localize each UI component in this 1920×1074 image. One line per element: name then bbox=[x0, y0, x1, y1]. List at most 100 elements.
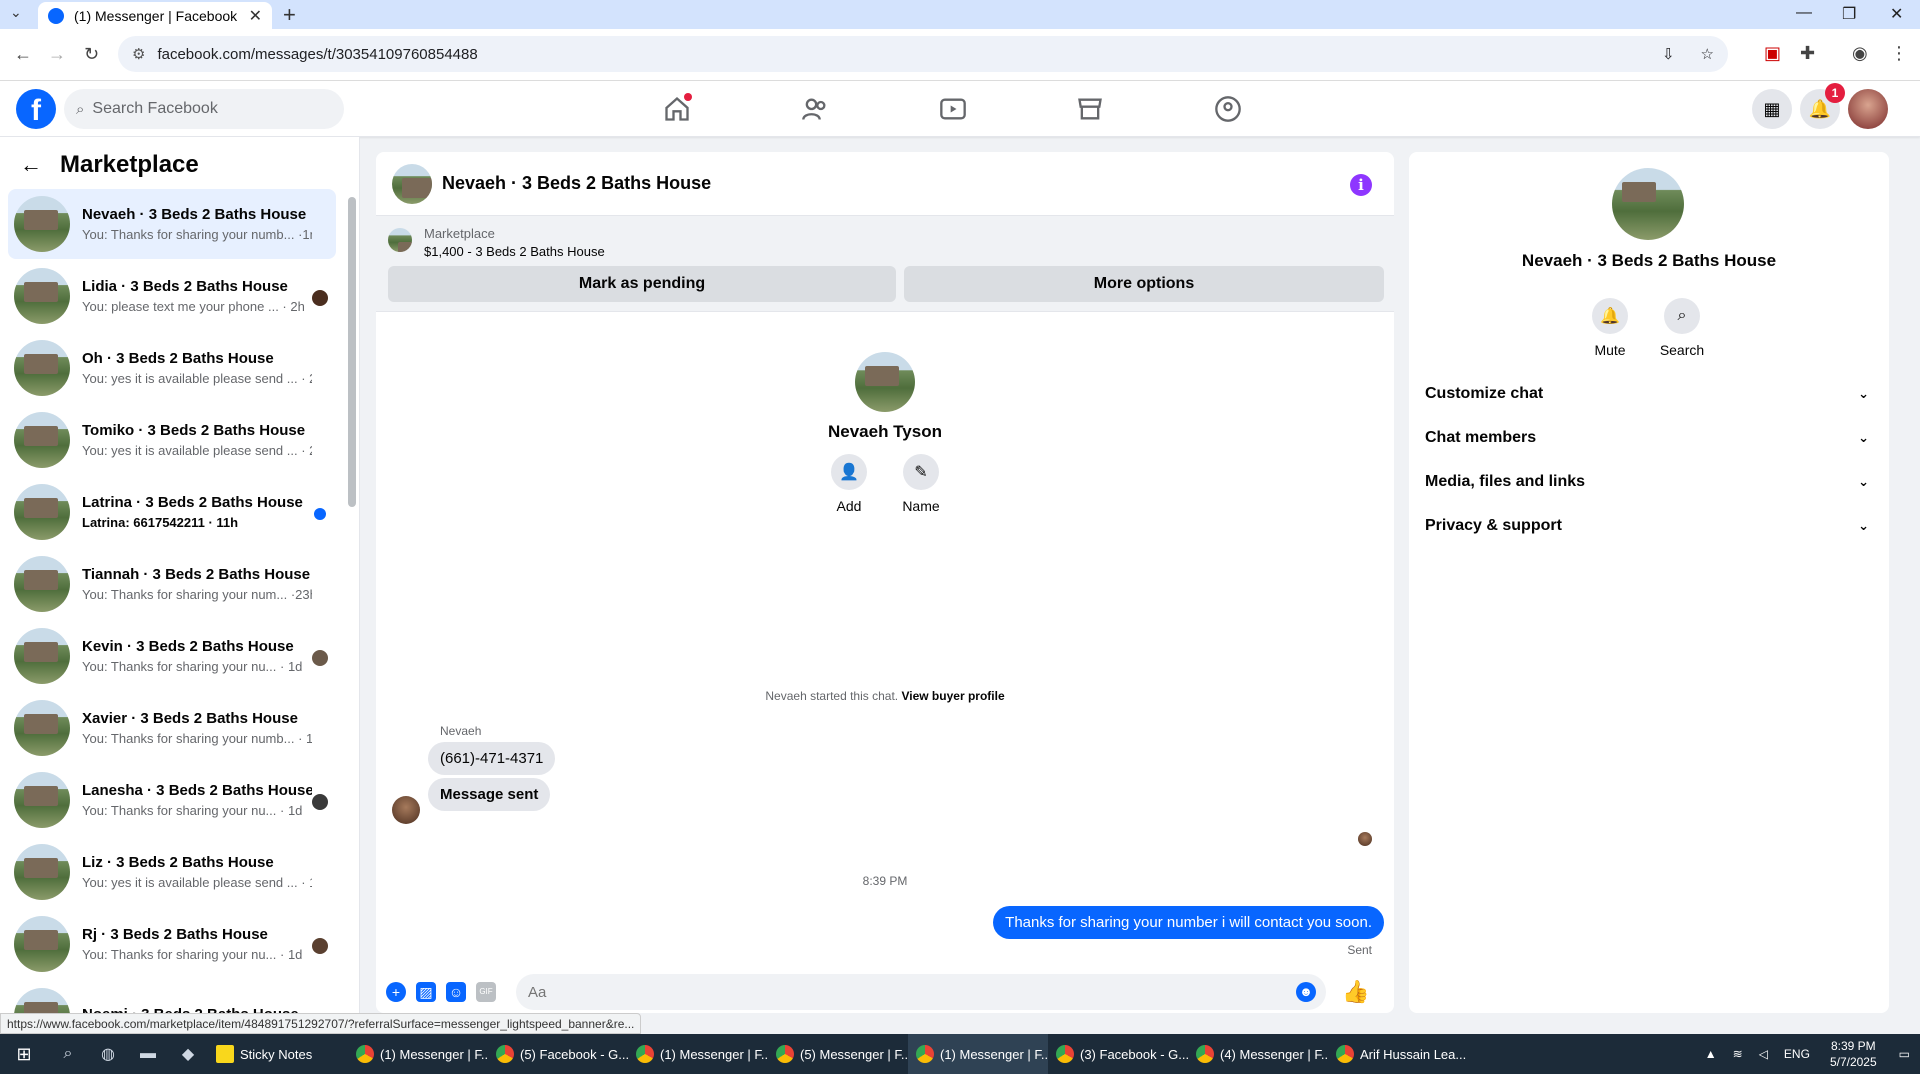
listing-thumbnail bbox=[14, 196, 70, 252]
taskbar-window-item[interactable]: (1) Messenger | F... bbox=[628, 1034, 768, 1074]
chat-started-notice: Nevaeh started this chat. View buyer pro… bbox=[765, 689, 1005, 703]
conversation-item[interactable]: Nevaeh · 3 Beds 2 Baths House You: Thanks… bbox=[8, 189, 336, 259]
account-avatar[interactable] bbox=[1848, 89, 1888, 129]
windows-start-icon[interactable]: ⊞ bbox=[0, 1044, 48, 1065]
sidebar-header: ← Marketplace bbox=[20, 151, 199, 179]
taskbar-window-item[interactable]: (3) Facebook - G... bbox=[1048, 1034, 1188, 1074]
taskbar-window-item[interactable]: Sticky Notes bbox=[208, 1034, 348, 1074]
video-icon[interactable] bbox=[939, 95, 967, 123]
app-icon[interactable]: ◆ bbox=[168, 1044, 208, 1064]
nba-icon[interactable]: ▲ bbox=[1705, 1047, 1717, 1061]
edit-name-button[interactable]: ✎ Name bbox=[899, 454, 943, 514]
back-arrow-icon[interactable]: ← bbox=[20, 152, 42, 178]
info-icon[interactable]: i bbox=[1350, 174, 1372, 196]
media-files-links-section[interactable]: Media, files and links ⌄ bbox=[1425, 460, 1877, 504]
browser-menu-icon[interactable]: ⋮ bbox=[1890, 43, 1908, 64]
app-icon bbox=[1056, 1045, 1074, 1063]
file-explorer-icon[interactable]: ▬ bbox=[128, 1045, 168, 1063]
listing-thumbnail bbox=[14, 700, 70, 756]
outgoing-message[interactable]: Thanks for sharing your number i will co… bbox=[993, 906, 1384, 939]
facebook-search-input[interactable]: ⌕ Search Facebook bbox=[64, 89, 344, 129]
menu-grid-button[interactable]: ▦ bbox=[1752, 89, 1792, 129]
conversation-item[interactable]: Rj · 3 Beds 2 Baths House You: Thanks for… bbox=[8, 909, 336, 979]
minimize-icon[interactable]: — bbox=[1796, 4, 1812, 22]
taskbar-window-item[interactable]: (4) Messenger | F... bbox=[1188, 1034, 1328, 1074]
taskbar-window-item[interactable]: (1) Messenger | F... bbox=[908, 1034, 1048, 1074]
sidebar-scrollbar[interactable] bbox=[348, 197, 356, 507]
customize-chat-section[interactable]: Customize chat ⌄ bbox=[1425, 372, 1877, 416]
marketplace-icon[interactable] bbox=[1076, 95, 1104, 123]
close-window-icon[interactable]: ✕ bbox=[1890, 4, 1903, 24]
message-input[interactable] bbox=[516, 974, 1326, 1010]
bookmark-star-icon[interactable]: ☆ bbox=[1701, 45, 1714, 63]
taskbar-window-item[interactable]: (5) Facebook - G... bbox=[488, 1034, 628, 1074]
sticker-icon[interactable]: ☺ bbox=[446, 982, 466, 1002]
conversation-item[interactable]: Lanesha · 3 Beds 2 Baths House You: Thank… bbox=[8, 765, 336, 835]
conversation-item[interactable]: Tomiko · 3 Beds 2 Baths House You: yes it… bbox=[8, 405, 336, 475]
incoming-message[interactable]: Message sent bbox=[428, 778, 551, 811]
pencil-icon: ✎ bbox=[903, 454, 939, 490]
home-notification-dot bbox=[684, 93, 692, 101]
facebook-logo-icon[interactable]: f bbox=[16, 89, 56, 129]
plus-icon[interactable]: + bbox=[386, 982, 406, 1002]
site-info-icon[interactable]: ⚙ bbox=[132, 45, 145, 63]
conversation-item[interactable]: Tiannah · 3 Beds 2 Baths House You: Thank… bbox=[8, 549, 336, 619]
taskbar-window-item[interactable]: Arif Hussain Lea... bbox=[1328, 1034, 1468, 1074]
marketplace-banner[interactable]: Marketplace $1,400 - 3 Beds 2 Baths Hous… bbox=[376, 216, 1394, 312]
browser-tab-bar: ⌄ (1) Messenger | Facebook ✕ + — ❐ ✕ bbox=[0, 0, 1920, 29]
gif-icon[interactable]: GIF bbox=[476, 982, 496, 1002]
conversation-item[interactable]: Noemi · 3 Beds 2 Baths House bbox=[8, 981, 336, 1013]
notification-center-icon[interactable]: ▭ bbox=[1899, 1047, 1910, 1061]
mute-button[interactable]: 🔔 Mute bbox=[1580, 298, 1640, 358]
app-icon bbox=[776, 1045, 794, 1063]
wifi-icon[interactable]: ≋ bbox=[1733, 1047, 1743, 1061]
view-buyer-profile-link[interactable]: View buyer profile bbox=[901, 689, 1004, 703]
privacy-support-section[interactable]: Privacy & support ⌄ bbox=[1425, 504, 1877, 548]
taskbar-clock[interactable]: 8:39 PM 5/7/2025 bbox=[1830, 1038, 1877, 1070]
mark-as-pending-button[interactable]: Mark as pending bbox=[388, 266, 896, 302]
forward-icon[interactable]: → bbox=[48, 44, 66, 65]
emoji-icon[interactable]: ☻ bbox=[1296, 982, 1316, 1002]
taskbar-window-item[interactable]: (1) Messenger | F... bbox=[348, 1034, 488, 1074]
tab-search-chevron-icon[interactable]: ⌄ bbox=[10, 4, 22, 21]
add-contact-button[interactable]: 👤 Add bbox=[827, 454, 871, 514]
more-options-button[interactable]: More options bbox=[904, 266, 1384, 302]
restore-icon[interactable]: ❐ bbox=[1842, 4, 1856, 24]
chat-listing-thumbnail[interactable] bbox=[392, 163, 432, 204]
sender-avatar[interactable] bbox=[392, 796, 420, 824]
conversation-item[interactable]: Liz · 3 Beds 2 Baths House You: yes it is… bbox=[8, 837, 336, 907]
taskbar-search-icon[interactable]: ⌕ bbox=[48, 1045, 88, 1063]
photo-icon[interactable]: ▨ bbox=[416, 982, 436, 1002]
conversation-item[interactable]: Kevin · 3 Beds 2 Baths House You: Thanks … bbox=[8, 621, 336, 691]
chat-members-section[interactable]: Chat members ⌄ bbox=[1425, 416, 1877, 460]
search-in-chat-button[interactable]: ⌕ Search bbox=[1652, 298, 1712, 358]
taskbar-window-item[interactable]: (5) Messenger | F... bbox=[768, 1034, 908, 1074]
back-icon[interactable]: ← bbox=[14, 44, 32, 65]
thumbs-up-icon[interactable]: 👍 bbox=[1342, 979, 1369, 1005]
close-tab-icon[interactable]: ✕ bbox=[249, 6, 262, 26]
conversation-preview: Latrina: 6617542211 · 11h bbox=[82, 515, 239, 530]
extensions-puzzle-icon[interactable]: ✚ bbox=[1800, 43, 1815, 64]
conversation-item[interactable]: Latrina · 3 Beds 2 Baths House Latrina: 6… bbox=[8, 477, 336, 547]
conversation-item[interactable]: Xavier · 3 Beds 2 Baths House You: Thanks… bbox=[8, 693, 336, 763]
conversation-item[interactable]: Lidia · 3 Beds 2 Baths House You: please … bbox=[8, 261, 336, 331]
conversation-item[interactable]: Oh · 3 Beds 2 Baths House You: yes it is … bbox=[8, 333, 336, 403]
incoming-message[interactable]: (661)-471-4371 bbox=[428, 742, 556, 775]
browser-tab-active[interactable]: (1) Messenger | Facebook ✕ bbox=[38, 2, 272, 29]
input-language[interactable]: ENG bbox=[1784, 1047, 1810, 1061]
volume-icon[interactable]: ◁ bbox=[1759, 1047, 1768, 1061]
edge-icon[interactable]: ◍ bbox=[88, 1044, 128, 1064]
new-tab-icon[interactable]: + bbox=[283, 2, 296, 28]
install-app-icon[interactable]: ⇩ bbox=[1662, 45, 1675, 63]
conversation-preview: You: Thanks for sharing your nu... · 1d bbox=[82, 947, 303, 962]
groups-icon[interactable] bbox=[1214, 95, 1242, 123]
sender-name: Nevaeh bbox=[440, 724, 482, 738]
app-icon bbox=[356, 1045, 374, 1063]
address-bar[interactable]: ⚙ facebook.com/messages/t/30354109760854… bbox=[118, 36, 1728, 72]
extension-off-icon[interactable]: ▣ bbox=[1764, 43, 1781, 64]
chat-title[interactable]: Nevaeh · 3 Beds 2 Baths House bbox=[442, 173, 711, 194]
profile-icon[interactable]: ◉ bbox=[1852, 43, 1868, 64]
friends-icon[interactable] bbox=[801, 95, 829, 123]
reload-icon[interactable]: ↻ bbox=[84, 44, 99, 65]
conversation-preview: You: please text me your phone ... · 2h bbox=[82, 299, 305, 314]
